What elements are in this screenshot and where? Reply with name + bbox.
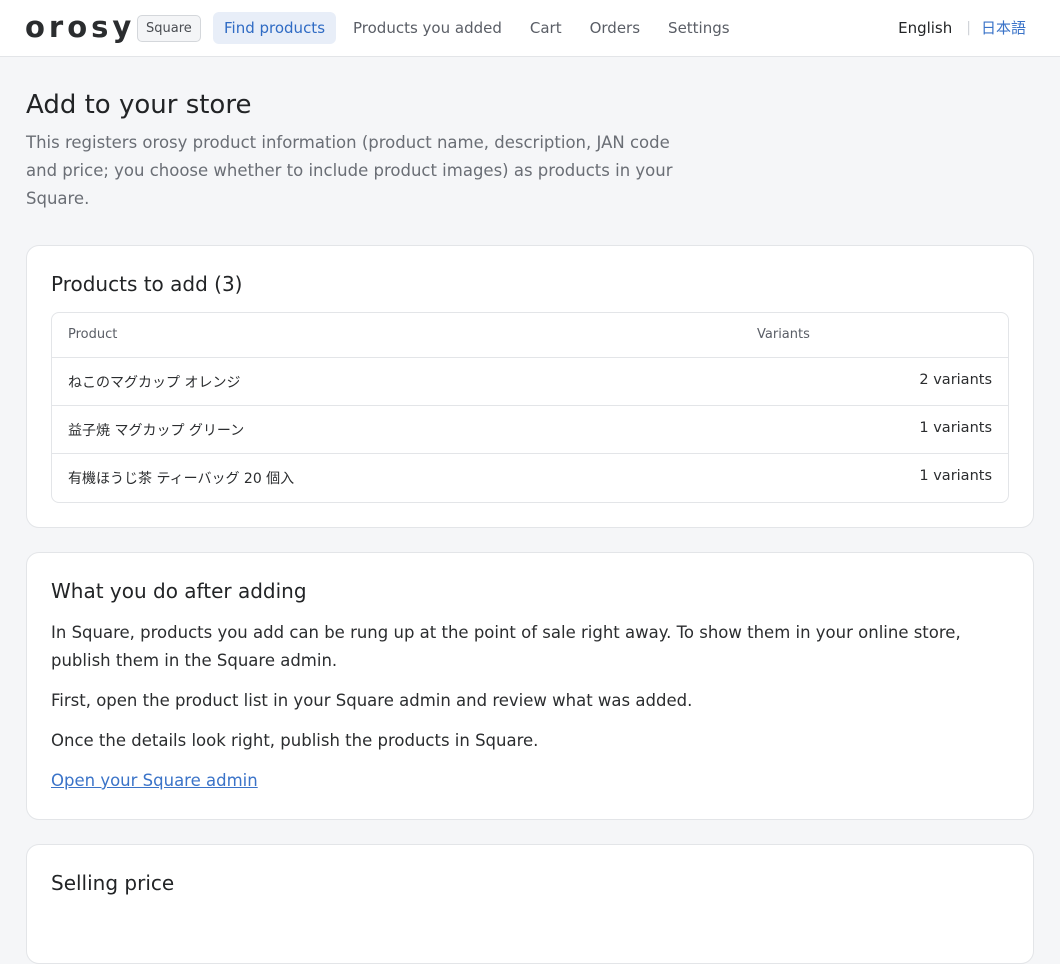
products-to-add-card: Products to add (3) Product Variants ねこの… <box>26 245 1034 528</box>
after-adding-card: What you do after adding In Square, prod… <box>26 552 1034 820</box>
nav-find-products[interactable]: Find products <box>213 12 337 44</box>
column-header-variants: Variants <box>757 327 810 342</box>
product-name: ねこのマグカップ オレンジ <box>68 375 241 391</box>
language-separator: | <box>966 20 971 36</box>
page-title: Add to your store <box>26 90 252 120</box>
page-description: This registers orosy product information… <box>26 133 673 208</box>
open-square-admin-link[interactable]: Open your Square admin <box>51 767 258 795</box>
language-switcher: English | 日本語 <box>898 17 1026 39</box>
variant-count: 1 variants <box>919 420 992 436</box>
nav-products-you-added[interactable]: Products you added <box>342 12 513 44</box>
after-adding-paragraph-1: In Square, products you add can be rung … <box>51 623 961 670</box>
product-name: 有機ほうじ茶 ティーバッグ 20 個入 <box>68 471 295 487</box>
selling-price-title: Selling price <box>51 871 175 895</box>
table-row: 益子焼 マグカップ グリーン 1 variants <box>52 406 1008 454</box>
main-nav: Find products Products you added Cart Or… <box>213 12 747 44</box>
after-adding-paragraph-2: First, open the product list in your Squ… <box>51 691 693 710</box>
column-header-product: Product <box>68 327 118 342</box>
table-row: 有機ほうじ茶 ティーバッグ 20 個入 1 variants <box>52 454 1008 502</box>
variant-count: 1 variants <box>919 468 992 484</box>
platform-badge: Square <box>137 15 201 42</box>
variant-count: 2 variants <box>919 372 992 388</box>
product-name: 益子焼 マグカップ グリーン <box>68 423 245 439</box>
products-card-title: Products to add (3) <box>51 272 243 296</box>
after-adding-title: What you do after adding <box>51 579 307 603</box>
table-row: ねこのマグカップ オレンジ 2 variants <box>52 358 1008 406</box>
selling-price-card: Selling price <box>26 844 1034 964</box>
nav-settings[interactable]: Settings <box>657 12 741 44</box>
language-english[interactable]: English <box>898 17 952 39</box>
top-navigation-bar: orosy Square Find products Products you … <box>0 0 1060 57</box>
orosy-logo[interactable]: orosy <box>25 9 135 45</box>
nav-orders[interactable]: Orders <box>579 12 651 44</box>
table-header: Product Variants <box>52 313 1008 358</box>
language-japanese[interactable]: 日本語 <box>981 17 1026 39</box>
after-adding-paragraph-3: Once the details look right, publish the… <box>51 731 539 750</box>
nav-cart[interactable]: Cart <box>519 12 573 44</box>
products-table: Product Variants ねこのマグカップ オレンジ 2 variant… <box>51 312 1009 503</box>
